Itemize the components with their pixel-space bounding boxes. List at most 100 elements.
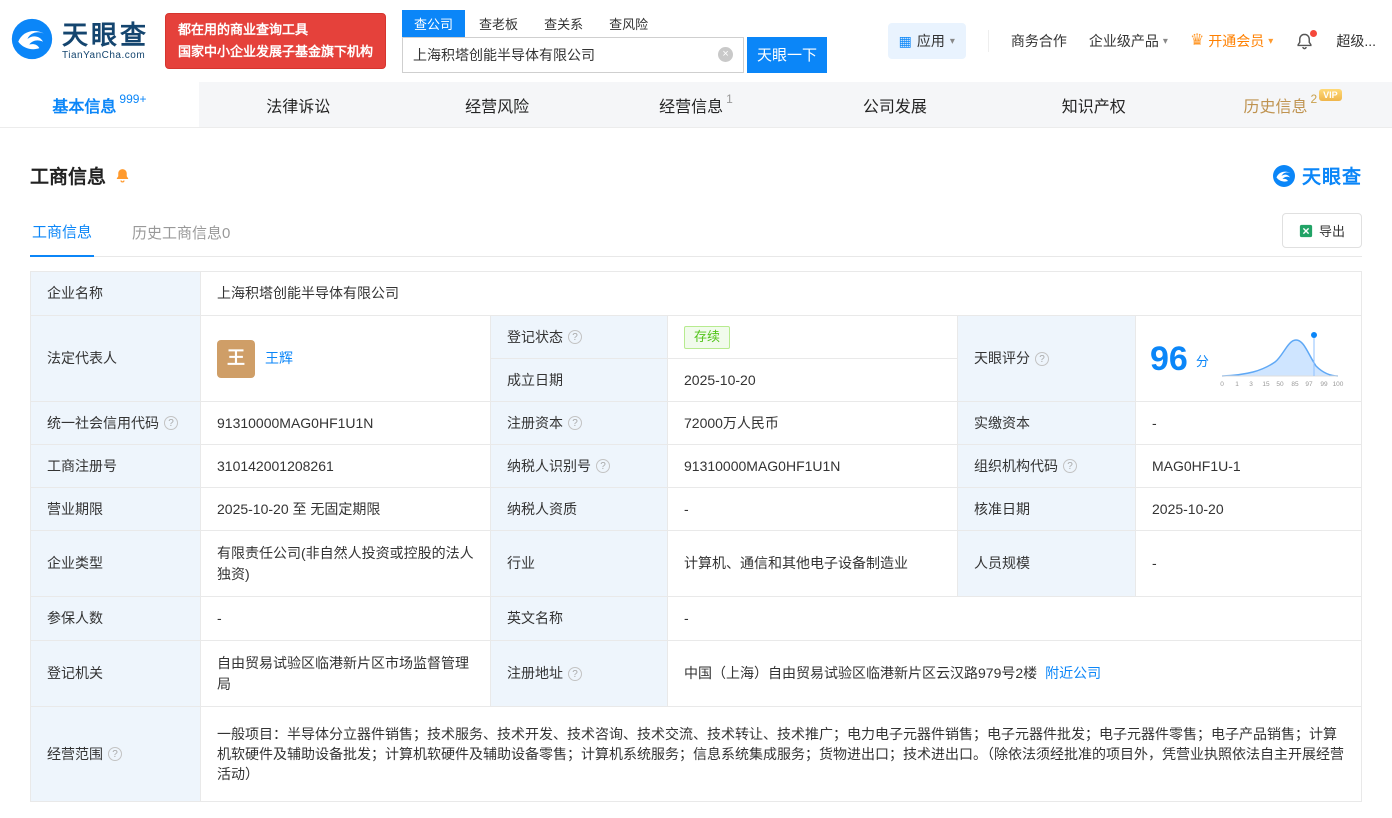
field-label-tianyan-score: 天眼评分 ? — [958, 316, 1136, 402]
search-input[interactable] — [413, 47, 718, 63]
tab-legal-proceedings[interactable]: 法律诉讼 — [199, 82, 398, 127]
excel-icon — [1299, 224, 1313, 238]
field-value-reg-number: 310142001208261 — [201, 445, 491, 488]
field-value-tianyan-score: 96 分 0 1 3 15 50 85 97 99 100 — [1136, 316, 1362, 402]
help-icon[interactable]: ? — [164, 416, 178, 430]
field-value-establish-date: 2025-10-20 — [668, 359, 958, 402]
field-label-org-code: 组织机构代码 ? — [958, 445, 1136, 488]
field-label-approval-date: 核准日期 — [958, 488, 1136, 531]
tianyancha-logo-icon — [10, 17, 54, 66]
caret-down-icon: ▾ — [1163, 36, 1168, 47]
field-label-company-name: 企业名称 — [31, 272, 201, 316]
field-label-industry: 行业 — [491, 531, 668, 597]
field-label-reg-capital: 注册资本 ? — [491, 402, 668, 445]
field-label-credit-code: 统一社会信用代码 ? — [31, 402, 201, 445]
tab-company-development[interactable]: 公司发展 — [795, 82, 994, 127]
open-vip-link[interactable]: ♛ 开通会员 ▾ — [1190, 31, 1273, 51]
tab-history-info[interactable]: 历史信息 2 VIP — [1193, 82, 1392, 127]
tianyancha-logo[interactable]: 天眼查 TianYanCha.com — [10, 17, 149, 66]
svg-text:15: 15 — [1262, 381, 1270, 388]
svg-text:99: 99 — [1320, 381, 1328, 388]
field-label-reg-authority: 登记机关 — [31, 641, 201, 707]
promo-banner: 都在用的商业查询工具 国家中小企业发展子基金旗下机构 — [165, 13, 386, 69]
tab-basic-info[interactable]: 基本信息 999+ — [0, 82, 199, 127]
enterprise-product-link[interactable]: 企业级产品 ▾ — [1089, 31, 1168, 51]
field-label-reg-address: 注册地址 ? — [491, 641, 668, 707]
search-tab-company[interactable]: 查公司 — [402, 10, 465, 37]
field-label-taxpayer-quality: 纳税人资质 — [491, 488, 668, 531]
subtab-row: 工商信息 历史工商信息0 导出 — [30, 211, 1362, 257]
promo-line-2: 国家中小企业发展子基金旗下机构 — [178, 41, 373, 63]
promo-line-1: 都在用的商业查询工具 — [178, 19, 373, 41]
field-value-org-code: MAG0HF1U-1 — [1136, 445, 1362, 488]
svg-text:0: 0 — [1220, 381, 1224, 388]
clear-icon[interactable]: × — [718, 47, 733, 62]
top-bar: 天眼查 TianYanCha.com 都在用的商业查询工具 国家中小企业发展子基… — [0, 0, 1392, 82]
field-label-establish-date: 成立日期 — [491, 359, 668, 402]
tab-operation-info[interactable]: 经营信息 1 — [597, 82, 796, 127]
tab-badge: 2 — [1310, 92, 1317, 106]
help-icon[interactable]: ? — [568, 667, 582, 681]
help-icon[interactable]: ? — [596, 459, 610, 473]
legal-rep-link[interactable]: 王辉 — [265, 348, 293, 368]
search-tab-risk[interactable]: 查风险 — [597, 10, 660, 37]
help-icon[interactable]: ? — [1063, 459, 1077, 473]
section-watermark-logo: 天眼查 — [1272, 162, 1362, 189]
tab-badge: 1 — [726, 92, 733, 106]
field-value-reg-address: 中国（上海）自由贸易试验区临港新片区云汉路979号2楼 附近公司 — [668, 641, 1362, 707]
svg-text:1: 1 — [1235, 381, 1239, 388]
caret-down-icon: ▾ — [950, 36, 955, 47]
help-icon[interactable]: ? — [108, 747, 122, 761]
crown-icon: ♛ — [1190, 33, 1204, 49]
subtab-business-info[interactable]: 工商信息 — [30, 211, 94, 257]
field-label-company-type: 企业类型 — [31, 531, 201, 597]
search-button[interactable]: 天眼一下 — [747, 37, 827, 73]
logo-domain-text: TianYanCha.com — [62, 50, 149, 61]
search-tab-relation[interactable]: 查关系 — [532, 10, 595, 37]
score-unit: 分 — [1196, 353, 1209, 372]
apps-grid-icon: ▦ — [899, 34, 912, 48]
field-value-taxpayer-quality: - — [668, 488, 958, 531]
super-vip-link[interactable]: 超级... — [1336, 31, 1376, 51]
subtab-history-business-info[interactable]: 历史工商信息0 — [130, 212, 232, 256]
svg-text:100: 100 — [1332, 381, 1343, 388]
tab-operation-risk[interactable]: 经营风险 — [398, 82, 597, 127]
nearby-companies-link[interactable]: 附近公司 — [1045, 663, 1101, 683]
field-value-insured-count: - — [201, 597, 491, 641]
subscribe-bell-icon[interactable] — [114, 167, 131, 184]
field-value-company-name: 上海积塔创能半导体有限公司 — [201, 272, 1362, 316]
tab-badge: 999+ — [119, 92, 146, 106]
field-value-reg-authority: 自由贸易试验区临港新片区市场监督管理局 — [201, 641, 491, 707]
apps-button[interactable]: ▦ 应用 ▾ — [888, 23, 966, 59]
export-button[interactable]: 导出 — [1282, 213, 1362, 248]
field-label-reg-number: 工商注册号 — [31, 445, 201, 488]
apps-label: 应用 — [917, 31, 945, 51]
help-icon[interactable]: ? — [1035, 352, 1049, 366]
help-icon[interactable]: ? — [568, 416, 582, 430]
search-input-wrap: × — [402, 37, 744, 73]
field-value-legal-rep: 王 王辉 — [201, 316, 491, 402]
field-value-industry: 计算机、通信和其他电子设备制造业 — [668, 531, 958, 597]
notification-bell-icon[interactable] — [1295, 32, 1314, 51]
field-value-reg-capital: 72000万人民币 — [668, 402, 958, 445]
business-coop-link[interactable]: 商务合作 — [1011, 31, 1067, 51]
svg-text:85: 85 — [1291, 381, 1299, 388]
field-value-english-name: - — [668, 597, 1362, 641]
field-value-paid-capital: - — [1136, 402, 1362, 445]
section-title: 工商信息 — [30, 162, 106, 189]
legal-rep-avatar[interactable]: 王 — [217, 340, 255, 378]
status-badge: 存续 — [684, 326, 730, 349]
tab-intellectual-property[interactable]: 知识产权 — [994, 82, 1193, 127]
field-value-business-scope: 一般项目：半导体分立器件销售；技术服务、技术开发、技术咨询、技术交流、技术转让、… — [201, 707, 1362, 802]
svg-text:97: 97 — [1305, 381, 1313, 388]
svg-text:50: 50 — [1276, 381, 1284, 388]
help-icon[interactable]: ? — [568, 330, 582, 344]
search-block: 查公司 查老板 查关系 查风险 × 天眼一下 — [402, 10, 827, 73]
header-actions: ▦ 应用 ▾ 商务合作 企业级产品 ▾ ♛ 开通会员 ▾ 超级... — [888, 23, 1376, 59]
field-value-reg-status: 存续 — [668, 316, 958, 359]
search-tab-boss[interactable]: 查老板 — [467, 10, 530, 37]
business-info-table: 企业名称 上海积塔创能半导体有限公司 法定代表人 王 王辉 登记状态 ? 存续 … — [30, 271, 1362, 802]
field-label-legal-rep: 法定代表人 — [31, 316, 201, 402]
field-value-staff-size: - — [1136, 531, 1362, 597]
field-label-taxpayer-id: 纳税人识别号 ? — [491, 445, 668, 488]
